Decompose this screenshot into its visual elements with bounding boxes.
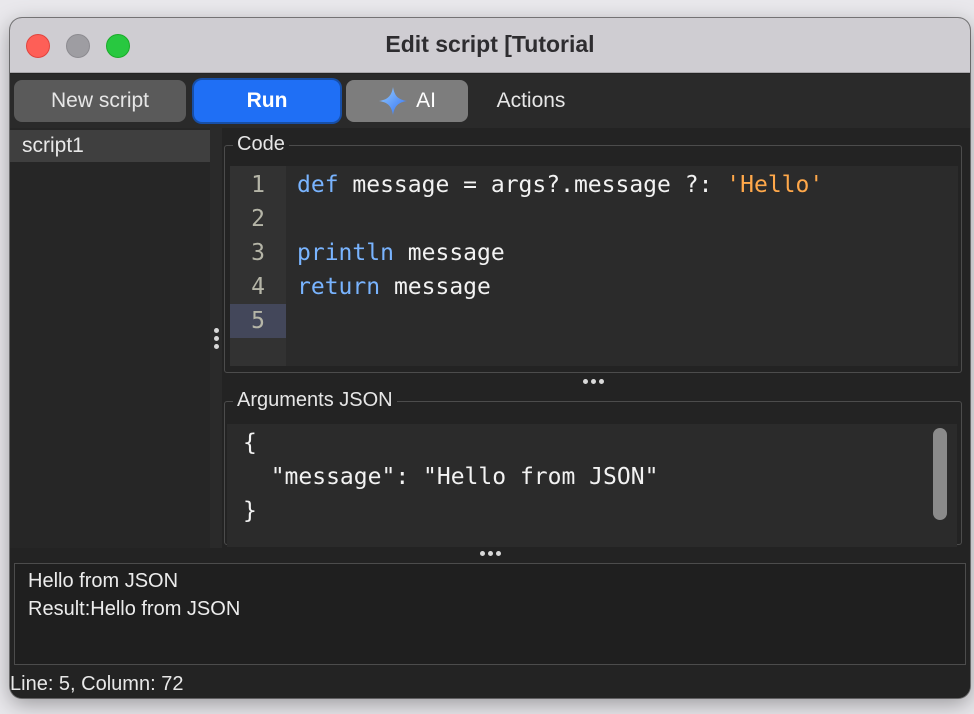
output-console: Hello from JSON Result:Hello from JSON [14,563,966,665]
script-list-item[interactable]: script1 [10,130,210,162]
line-number: 4 [251,274,265,300]
code-text: message [393,240,505,266]
code-line: return message [297,270,491,304]
title-bar: Edit script [Tutorial [10,18,970,73]
code-keyword: def [297,172,339,198]
line-number: 3 [251,240,265,266]
line-number: 1 [251,172,265,198]
code-editor[interactable]: 1 2 3 4 5 def message = args?.message ?: 'He… [230,166,958,366]
json-line: "message": "Hello from JSON" [243,464,659,490]
status-bar: Line: 5, Column: 72 [10,670,970,698]
run-label: Run [246,89,288,112]
script-list-item-label: script1 [22,134,84,157]
line-number: 5 [230,304,286,338]
script-editor-window: Edit script [Tutorial New script Run AI … [10,18,970,698]
arguments-json-label: Arguments JSON [233,388,397,412]
run-button[interactable]: Run [194,80,340,122]
actions-menu-button[interactable]: Actions [476,80,586,122]
new-script-label: New script [50,89,150,112]
code-string: 'Hello' [726,172,824,198]
output-splitter-handle[interactable] [14,546,966,560]
code-text: message = args?.message ?: [338,172,727,198]
json-line: } [243,498,257,524]
sidebar-splitter-handle[interactable] [210,128,222,548]
ai-label: AI [416,89,436,112]
toolbar: New script Run AI Actions [10,74,970,128]
arguments-json-editor[interactable]: { "message": "Hello from JSON"} [227,424,957,547]
code-keyword: println [297,240,394,266]
new-script-button[interactable]: New script [14,80,186,122]
arguments-scrollbar[interactable] [933,428,947,520]
output-line: Result:Hello from JSON [28,598,241,620]
ai-button[interactable]: AI [346,80,468,122]
code-text: message [380,274,491,300]
code-keyword: return [297,274,381,300]
output-line: Hello from JSON [28,570,179,592]
code-line: def message = args?.message ?: 'Hello' [297,168,823,202]
code-arguments-splitter-handle[interactable] [224,374,962,388]
script-list: script1 [10,128,210,548]
window-title: Edit script [Tutorial [385,31,595,57]
code-panel: Code 1 2 3 4 5 def message = args?.message ?… [224,132,962,373]
code-line: println message [297,236,505,270]
actions-label: Actions [496,89,566,112]
code-panel-label: Code [233,132,289,156]
json-line: { [243,430,257,456]
arguments-json-panel: Arguments JSON { "message": "Hello from … [224,388,962,547]
line-number-gutter: 1 2 3 4 5 [230,166,286,366]
line-number: 2 [251,206,265,232]
sparkle-icon [379,87,408,115]
